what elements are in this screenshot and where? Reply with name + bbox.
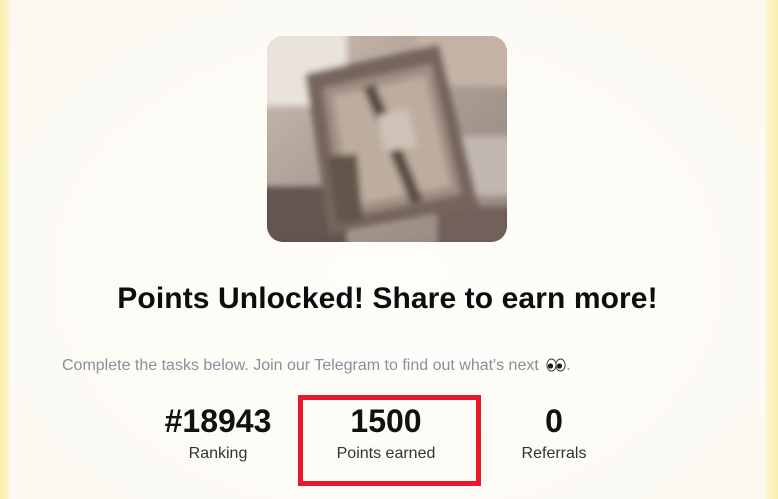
subtitle-label: Complete the tasks below. Join our Teleg… xyxy=(62,357,539,374)
hero-image xyxy=(267,36,507,242)
referrals-label: Referrals xyxy=(521,445,587,462)
rewards-card: Points Unlocked! Share to earn more! Com… xyxy=(9,0,766,499)
ranking-value: #18943 xyxy=(164,403,272,439)
stat-referrals: 0 Referrals xyxy=(505,402,603,464)
blurred-frame-photo-icon xyxy=(267,36,507,242)
ranking-label: Ranking xyxy=(188,445,248,462)
points-highlight-box xyxy=(298,395,481,486)
subtitle-period: . xyxy=(566,357,571,374)
referrals-value: 0 xyxy=(545,403,563,439)
subtitle-text: Complete the tasks below. Join our Teleg… xyxy=(62,357,571,375)
page-edge-left xyxy=(0,0,9,499)
page-edge-right xyxy=(766,0,778,499)
eyes-emoji-icon xyxy=(546,358,566,372)
page-title: Points Unlocked! Share to earn more! xyxy=(117,282,658,315)
stat-ranking: #18943 Ranking xyxy=(151,402,285,464)
